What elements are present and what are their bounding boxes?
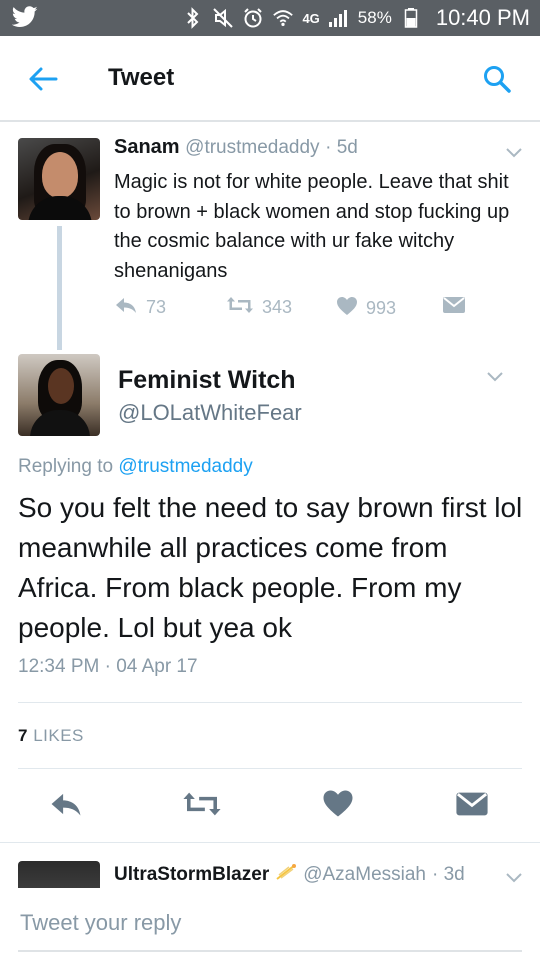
replying-to-link[interactable]: @trustmedaddy [118,456,252,477]
reply-bar [0,888,540,960]
heart-icon [322,789,354,823]
heart-icon [336,296,358,321]
search-icon[interactable] [482,64,512,94]
mail-icon [455,791,489,822]
retweet-count: 343 [262,297,293,317]
likes-label: LIKES [33,726,84,745]
reply-count: 73 [146,297,167,317]
alarm-icon [242,7,264,29]
reply-tweet[interactable]: UltraStormBlazer @AzaMessiah · 3d [0,842,540,888]
status-bar: 4G 58% 10:40 PM [0,0,540,36]
parent-tweet[interactable]: Sanam @trustmedaddy · 5d Magic is not fo… [0,124,540,350]
retweet-icon [226,296,254,319]
tweet-text: So you felt the need to say brown first … [18,492,523,643]
like-button[interactable] [318,788,358,824]
signal-icon [328,7,350,29]
likes-count: 7 [18,726,28,745]
like-button[interactable]: 993 [336,296,396,321]
direct-message-button[interactable] [442,296,466,319]
replying-prefix: Replying to [18,456,114,477]
tweet-header: Sanam @trustmedaddy · 5d [114,136,358,159]
battery-icon [400,7,422,29]
author-handle[interactable]: @trustmedaddy [185,137,319,158]
back-arrow-icon[interactable] [28,66,58,92]
reply-button[interactable] [46,788,86,824]
tweet-actions [0,788,540,828]
mute-icon [212,7,234,29]
reply-button[interactable]: 73 [114,296,166,319]
divider [18,702,522,703]
twitter-bird-icon [11,6,38,33]
status-time: 10:40 PM [435,5,530,30]
author-handle[interactable]: @AzaMessiah [303,864,426,886]
reply-input[interactable] [18,896,522,952]
bluetooth-icon [182,7,204,29]
author-name[interactable]: UltraStormBlazer [114,864,269,886]
retweet-button[interactable] [182,788,222,824]
tweet-header: UltraStormBlazer @AzaMessiah · 3d [114,863,465,887]
tweet-age: · 5d [325,137,358,158]
tweet-text: Magic is not for white people. Leave tha… [114,171,510,282]
battery-percent: 58% [357,8,392,27]
chevron-down-icon[interactable] [505,871,523,883]
avatar[interactable] [18,861,100,888]
author-name[interactable]: Feminist Witch [118,366,296,395]
reply-icon [48,791,84,822]
app-bar: Tweet [0,36,540,122]
retweet-button[interactable]: 343 [226,296,292,319]
avatar[interactable] [18,354,100,436]
chevron-down-icon[interactable] [486,370,504,382]
thread-connector [57,226,62,350]
chevron-down-icon[interactable] [505,146,523,158]
direct-message-button[interactable] [452,788,492,824]
author-name[interactable]: Sanam [114,136,180,158]
reply-icon [114,296,138,319]
like-count: 993 [366,298,397,318]
page-title: Tweet [108,64,175,91]
likes-summary[interactable]: 7 LIKES [18,726,84,746]
author-handle[interactable]: @LOLatWhiteFear [118,400,302,426]
mail-icon [442,296,466,319]
replying-to: Replying to @trustmedaddy [18,456,253,478]
network-type: 4G [302,10,320,26]
tweet-age: · 3d [432,864,465,885]
verified-icon [275,863,297,887]
wifi-icon [272,7,294,29]
retweet-icon [182,791,222,822]
avatar[interactable] [18,138,100,220]
tweet-timestamp: 12:34 PM · 04 Apr 17 [18,656,198,677]
divider [18,768,522,769]
